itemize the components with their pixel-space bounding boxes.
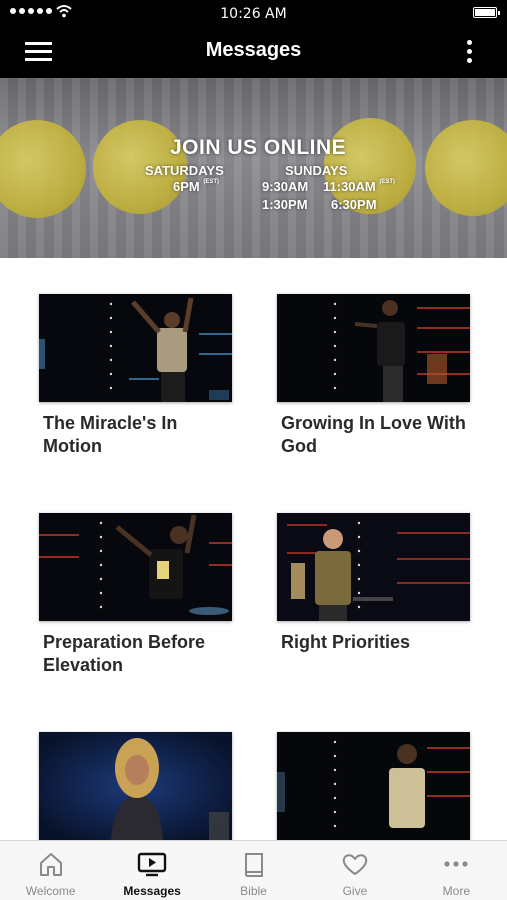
tab-label: More: [442, 884, 470, 898]
navigation-bar: Messages: [0, 26, 507, 78]
battery-icon: [473, 7, 500, 18]
home-icon: [39, 853, 62, 876]
sunday-time: 11:30AM: [323, 179, 376, 194]
timezone-label: (EST): [203, 179, 220, 185]
banner-title: JOIN US ONLINE: [170, 136, 347, 159]
tab-messages[interactable]: Messages: [101, 841, 202, 900]
message-card[interactable]: The Miracle's In Motion: [39, 294, 232, 458]
more-options-icon[interactable]: [467, 40, 473, 66]
sunday-time: 1:30PM: [262, 197, 308, 212]
sunday-time: 9:30AM: [262, 179, 309, 194]
status-time: 10:26 AM: [220, 6, 287, 22]
tab-bar: Welcome Messages Bible Give More: [0, 840, 507, 900]
message-thumbnail: [39, 294, 232, 402]
tab-welcome[interactable]: Welcome: [0, 841, 101, 900]
message-title: Right Priorities: [281, 632, 411, 652]
message-card[interactable]: Preparation Before Elevation: [39, 513, 232, 677]
banner-saturdays-label: SATURDAYS: [145, 163, 224, 178]
tab-more[interactable]: More: [406, 841, 507, 900]
saturday-time: 6PM: [173, 179, 200, 194]
tab-label: Bible: [240, 884, 267, 898]
message-thumbnail: [277, 732, 470, 840]
message-thumbnail: [277, 513, 470, 621]
status-bar: 10:26 AM: [0, 0, 507, 26]
join-us-online-banner[interactable]: JOIN US ONLINE SATURDAYS SUNDAYS 6PM (ES…: [0, 78, 507, 258]
message-title: Growing In Love With God: [281, 413, 466, 456]
banner-sundays-label: SUNDAYS: [285, 163, 348, 178]
book-icon: [244, 853, 263, 877]
page-title: Messages: [205, 39, 302, 61]
more-dots-icon: [444, 861, 468, 867]
message-card[interactable]: Right Priorities: [277, 513, 470, 654]
tab-bible[interactable]: Bible: [203, 841, 304, 900]
message-card[interactable]: [277, 732, 470, 840]
message-card[interactable]: Growing In Love With God: [277, 294, 470, 458]
message-title: Preparation Before Elevation: [43, 632, 206, 675]
heart-icon: [342, 854, 368, 875]
message-card[interactable]: [39, 732, 232, 840]
tab-give[interactable]: Give: [304, 841, 405, 900]
sunday-time: 6:30PM: [331, 197, 377, 212]
tab-label: Messages: [123, 884, 181, 898]
tab-label: Welcome: [25, 884, 76, 898]
messages-grid: The Miracle's In Motion Growing In Love …: [0, 258, 507, 840]
message-thumbnail: [39, 513, 232, 621]
timezone-label: (EST): [379, 179, 396, 185]
tab-label: Give: [342, 884, 368, 898]
message-title: The Miracle's In Motion: [43, 413, 178, 456]
message-thumbnail: [39, 732, 232, 840]
tv-play-icon: [137, 852, 167, 877]
message-thumbnail: [277, 294, 470, 402]
